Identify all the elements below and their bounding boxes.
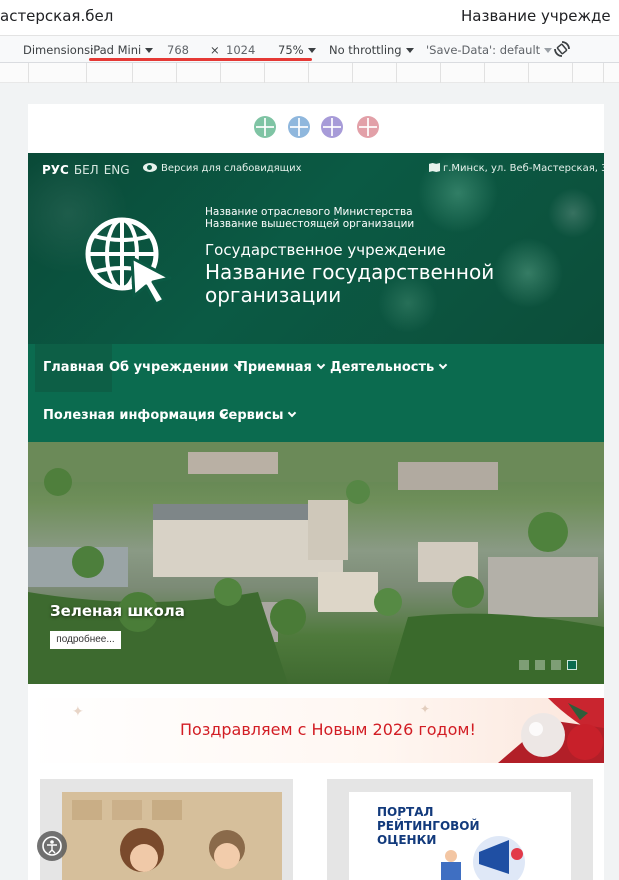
- nav-label: Полезная информация: [43, 408, 216, 423]
- hero-slider[interactable]: Зеленая школа подробнее...: [28, 442, 604, 684]
- cards-row: ПОРТАЛ РЕЙТИНГОВОЙ ОЦЕНКИ: [28, 763, 604, 880]
- color-scheme-bar: [28, 104, 604, 153]
- accessibility-icon: [42, 836, 62, 856]
- lang-be[interactable]: БЕЛ: [74, 163, 99, 177]
- map-icon: [429, 163, 440, 172]
- nav-item-reception[interactable]: Приемная: [229, 344, 332, 392]
- browser-tab-bar: астерская.бел Название учрежде: [0, 0, 619, 36]
- slider-dot-active[interactable]: [567, 660, 577, 670]
- device-select[interactable]: iPad Mini: [90, 43, 154, 57]
- chevron-down-icon: [307, 48, 316, 53]
- throttling-select[interactable]: No throttling: [329, 43, 414, 57]
- slider-dot[interactable]: [551, 660, 561, 670]
- globe-cursor-icon[interactable]: [80, 212, 176, 308]
- nav-label: Приемная: [237, 360, 312, 375]
- slider-dot[interactable]: [519, 660, 529, 670]
- megaphone-illustration: [441, 836, 525, 880]
- nav-label: Сервисы: [219, 408, 284, 423]
- color-scheme-green-icon[interactable]: [254, 116, 276, 138]
- nav-item-useful-info[interactable]: Полезная информация: [35, 392, 235, 440]
- lang-en[interactable]: ENG: [104, 163, 130, 177]
- color-scheme-purple-icon[interactable]: [321, 116, 343, 138]
- nav-item-services[interactable]: Сервисы: [211, 392, 303, 440]
- throttling-value: No throttling: [329, 43, 402, 57]
- card-right[interactable]: ПОРТАЛ РЕЙТИНГОВОЙ ОЦЕНКИ: [327, 779, 593, 880]
- devtools-ruler: [0, 63, 619, 83]
- card-left-image: [62, 792, 282, 880]
- color-scheme-blue-icon[interactable]: [288, 116, 310, 138]
- card-left[interactable]: [40, 779, 293, 880]
- slider-dot[interactable]: [535, 660, 545, 670]
- nav-item-about[interactable]: Об учреждении: [101, 344, 249, 392]
- save-data-value: 'Save-Data': default: [426, 43, 541, 57]
- chevron-down-icon: [405, 48, 414, 53]
- address: г.Минск, ул. Веб-Мастерская, 333: [429, 163, 604, 174]
- save-data-select[interactable]: 'Save-Data': default: [426, 43, 553, 57]
- annotation-underline: [89, 58, 312, 61]
- height-input[interactable]: 1024: [226, 43, 255, 57]
- chevron-down-icon: [145, 48, 154, 53]
- width-input[interactable]: 768: [167, 43, 189, 57]
- chevron-down-icon: [544, 48, 553, 53]
- eye-icon: [143, 163, 157, 172]
- dimensions-label: Dimensions:: [23, 43, 94, 57]
- slide-title: Зеленая школа: [50, 602, 185, 620]
- children-photo: [62, 792, 282, 880]
- svg-text:✦: ✦: [72, 704, 84, 720]
- slide-more-button[interactable]: подробнее...: [50, 631, 121, 649]
- tab-url-text[interactable]: астерская.бел: [0, 7, 113, 25]
- card-right-image: ПОРТАЛ РЕЙТИНГОВОЙ ОЦЕНКИ: [349, 792, 571, 880]
- address-text: г.Минск, ул. Веб-Мастерская, 333: [443, 163, 604, 174]
- low-vision-link[interactable]: Версия для слабовидящих: [143, 163, 302, 174]
- emulated-page: РУС БЕЛ ENG Версия для слабовидящих г.Минс…: [28, 104, 604, 880]
- tab-page-title[interactable]: Название учрежде: [461, 7, 611, 25]
- dimension-separator: ×: [210, 43, 220, 57]
- chevron-down-icon: [438, 360, 448, 370]
- org-type: Государственное учреждение: [205, 241, 446, 259]
- zoom-value: 75%: [278, 43, 304, 57]
- new-year-banner[interactable]: ✦ ✦ Поздравляем с Новым 2026 годом!: [28, 698, 604, 763]
- device-name: iPad Mini: [90, 43, 142, 57]
- nav-label: Главная: [43, 360, 104, 375]
- banner-text: Поздравляем с Новым 2026 годом!: [180, 720, 476, 739]
- ministry-name: Название отраслевого Министерства: [205, 206, 413, 218]
- color-scheme-red-icon[interactable]: [357, 116, 379, 138]
- lang-ru[interactable]: РУС: [42, 163, 69, 177]
- parent-org-name: Название вышестоящей организации: [205, 218, 415, 230]
- svg-text:✦: ✦: [420, 702, 430, 716]
- chevron-down-icon: [288, 408, 297, 418]
- zoom-select[interactable]: 75%: [278, 43, 316, 57]
- site-header: РУС БЕЛ ENG Версия для слабовидящих г.Минс…: [28, 153, 604, 344]
- language-switcher: РУС БЕЛ ENG: [42, 163, 135, 177]
- org-name: Название государственной организации: [205, 260, 495, 307]
- nav-item-activity[interactable]: Деятельность: [322, 344, 454, 392]
- accessibility-widget-button[interactable]: [37, 831, 67, 861]
- nav-label: Деятельность: [330, 360, 435, 375]
- main-nav: Главная Об учреждении Приемная Деятельно…: [28, 344, 604, 442]
- rotate-icon[interactable]: [553, 40, 571, 58]
- nav-label: Об учреждении: [109, 360, 229, 375]
- low-vision-label: Версия для слабовидящих: [161, 163, 302, 174]
